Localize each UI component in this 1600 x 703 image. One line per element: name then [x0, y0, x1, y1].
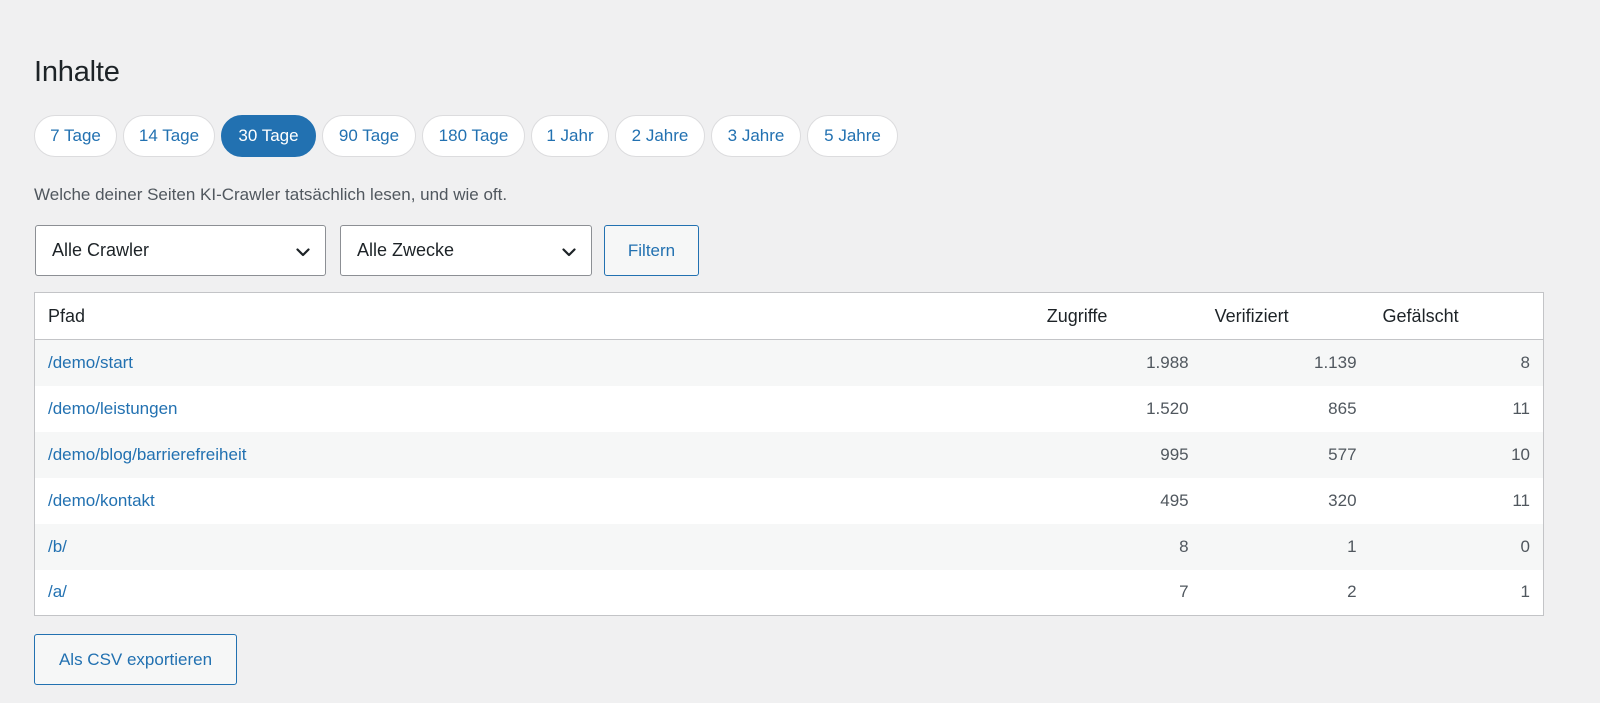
- path-cell: /demo/start: [35, 340, 1034, 386]
- page-title: Inhalte: [34, 56, 120, 88]
- table-row: /demo/leistungen 1.520 865 11: [35, 386, 1544, 432]
- range-tab-7-tage[interactable]: 7 Tage: [34, 115, 117, 157]
- crawler-select-value: Alle Crawler: [52, 240, 150, 260]
- crawler-select[interactable]: Alle Crawler: [35, 225, 326, 276]
- range-tab-180-tage[interactable]: 180 Tage: [422, 115, 525, 157]
- range-tab-5-jahre[interactable]: 5 Jahre: [807, 115, 898, 157]
- fake-cell: 11: [1512, 398, 1530, 418]
- hits-cell: 495: [1160, 490, 1189, 510]
- hits-cell: 1.520: [1146, 398, 1189, 418]
- hits-cell: 8: [1179, 536, 1189, 556]
- purpose-select-value: Alle Zwecke: [357, 240, 455, 260]
- path-link[interactable]: /a/: [48, 582, 67, 601]
- column-header-hits[interactable]: Zugriffe: [1033, 292, 1202, 340]
- path-link[interactable]: /demo/start: [48, 353, 133, 372]
- chevron-down-icon: [562, 248, 576, 257]
- verified-cell: 2: [1347, 582, 1357, 602]
- path-cell: /a/: [35, 570, 1034, 616]
- table-row: /b/ 8 1 0: [34, 523, 1544, 570]
- hits-cell: 1.988: [1146, 352, 1189, 372]
- fake-cell: 10: [1511, 444, 1530, 464]
- column-header-path[interactable]: Pfad: [34, 292, 1034, 340]
- path-cell: /demo/leistungen: [35, 386, 1034, 432]
- range-tab-2-jahre[interactable]: 2 Jahre: [615, 115, 705, 157]
- hits-cell: 7: [1179, 582, 1189, 602]
- fake-cell: 0: [1520, 536, 1530, 556]
- range-tab-30-tage[interactable]: 30 Tage: [221, 115, 316, 157]
- hits-cell: 995: [1160, 444, 1189, 464]
- path-link[interactable]: /b/: [48, 537, 67, 556]
- range-tab-1-jahr[interactable]: 1 Jahr: [531, 115, 609, 157]
- fake-cell: 8: [1520, 352, 1530, 372]
- range-tab-14-tage[interactable]: 14 Tage: [123, 115, 215, 157]
- range-tab-90-tage[interactable]: 90 Tage: [322, 115, 416, 157]
- chevron-down-icon: [296, 248, 310, 257]
- table-row: /a/ 7 2 1: [35, 570, 1544, 616]
- filter-button[interactable]: Filtern: [604, 225, 699, 276]
- path-cell: /b/: [35, 524, 1034, 570]
- table-header-row: Pfad Zugriffe Verifiziert Gefälscht: [34, 292, 1544, 340]
- verified-cell: 577: [1328, 444, 1357, 464]
- fake-cell: 1: [1520, 582, 1530, 602]
- purpose-select[interactable]: Alle Zwecke: [340, 225, 592, 276]
- range-tab-3-jahre[interactable]: 3 Jahre: [711, 115, 801, 157]
- verified-cell: 1: [1347, 536, 1357, 556]
- fake-cell: 11: [1512, 490, 1530, 510]
- table-row: /demo/start 1.988 1.139 8: [34, 339, 1544, 386]
- table-row: /demo/kontakt 495 320 11: [35, 478, 1544, 524]
- column-header-fake[interactable]: Gefälscht: [1369, 292, 1544, 340]
- export-csv-button[interactable]: Als CSV exportieren: [34, 634, 237, 685]
- table-row: /demo/blog/barrierefreiheit 995 577 10: [34, 431, 1544, 478]
- verified-cell: 320: [1328, 490, 1357, 510]
- page-description: Welche deiner Seiten KI-Crawler tatsächl…: [34, 185, 508, 204]
- range-tabs: 7 Tage 14 Tage 30 Tage 90 Tage 180 Tage …: [34, 115, 898, 157]
- column-header-verified[interactable]: Verifiziert: [1201, 292, 1370, 340]
- path-link[interactable]: /demo/blog/barrierefreiheit: [48, 445, 246, 464]
- verified-cell: 1.139: [1314, 352, 1357, 372]
- path-cell: /demo/blog/barrierefreiheit: [35, 432, 1034, 478]
- path-link[interactable]: /demo/leistungen: [48, 399, 177, 418]
- verified-cell: 865: [1328, 398, 1357, 418]
- path-cell: /demo/kontakt: [35, 478, 1034, 524]
- path-link[interactable]: /demo/kontakt: [48, 491, 155, 510]
- content-table: Pfad Zugriffe Verifiziert Gefälscht /dem…: [34, 292, 1544, 616]
